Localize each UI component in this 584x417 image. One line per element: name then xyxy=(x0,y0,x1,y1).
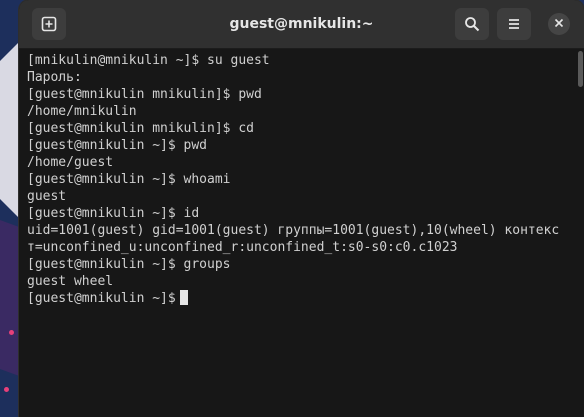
terminal-line: [guest@mnikulin ~]$ whoami xyxy=(27,172,231,187)
terminal-line: [guest@mnikulin mnikulin]$ cd xyxy=(27,121,254,136)
desktop-background: guest@mnikulin:~ [mnikulin@mnikulin ~]$ … xyxy=(0,0,584,417)
titlebar[interactable]: guest@mnikulin:~ xyxy=(19,0,584,49)
terminal-line: [guest@mnikulin mnikulin]$ pwd xyxy=(27,87,262,102)
terminal-prompt: [guest@mnikulin ~]$ xyxy=(27,291,176,306)
terminal-line: [guest@mnikulin ~]$ groups xyxy=(27,257,231,272)
search-button[interactable] xyxy=(455,8,489,40)
terminal-line: т=unconfined_u:unconfined_r:unconfined_t… xyxy=(27,240,458,255)
terminal-line: uid=1001(guest) gid=1001(guest) группы=1… xyxy=(27,223,560,238)
terminal-line: guest wheel xyxy=(27,274,114,289)
terminal-cursor xyxy=(179,290,188,305)
terminal-line: [guest@mnikulin ~]$ id xyxy=(27,206,200,221)
wallpaper-dot xyxy=(9,330,14,335)
terminal-output[interactable]: [mnikulin@mnikulin ~]$ su guest Пароль: … xyxy=(19,49,584,417)
new-tab-button[interactable] xyxy=(32,8,66,40)
terminal-line: /home/guest xyxy=(27,155,114,170)
close-button[interactable] xyxy=(548,13,570,35)
scrollbar[interactable] xyxy=(576,51,583,415)
menu-button[interactable] xyxy=(497,8,531,40)
terminal-line: guest xyxy=(27,189,67,204)
wallpaper-dot xyxy=(4,387,9,392)
terminal-line: Пароль: xyxy=(27,70,82,85)
terminal-lines: [mnikulin@mnikulin ~]$ su guest Пароль: … xyxy=(27,52,572,307)
terminal-line: /home/mnikulin xyxy=(27,104,137,119)
new-tab-icon xyxy=(41,16,57,32)
terminal-line: [guest@mnikulin ~]$ pwd xyxy=(27,138,208,153)
hamburger-menu-icon xyxy=(506,16,522,32)
terminal-line: [mnikulin@mnikulin ~]$ su guest xyxy=(27,53,270,68)
terminal-prompt-line[interactable]: [guest@mnikulin ~]$ xyxy=(27,290,572,307)
search-icon xyxy=(464,16,480,32)
terminal-window: guest@mnikulin:~ [mnikulin@mnikulin ~]$ … xyxy=(19,0,584,417)
scrollbar-thumb[interactable] xyxy=(578,51,583,87)
close-icon xyxy=(554,15,564,33)
